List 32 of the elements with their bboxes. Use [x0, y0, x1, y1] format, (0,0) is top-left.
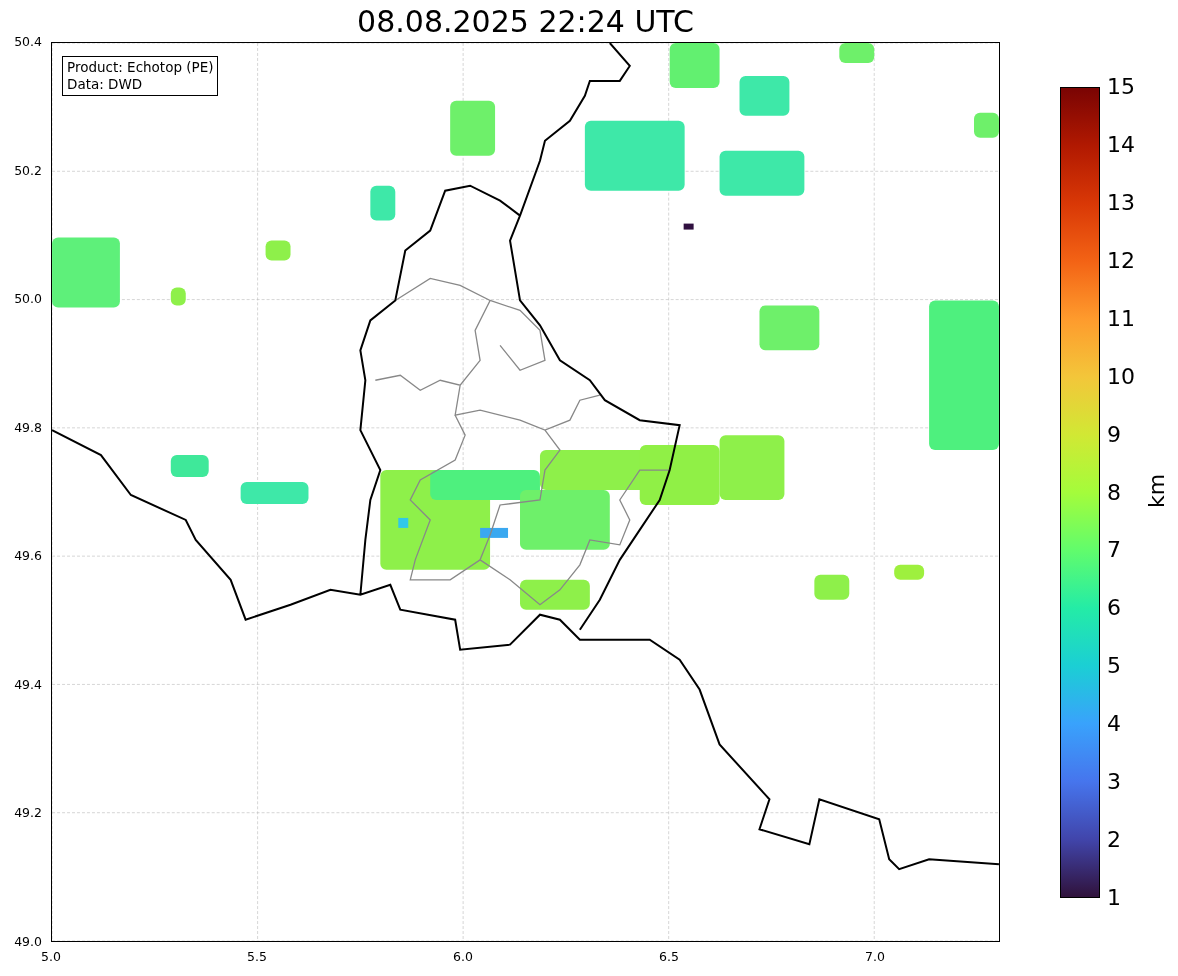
legend-text: Product: Echotop (PE) — [67, 59, 214, 76]
axis-tick-label: 6.5 — [658, 950, 680, 964]
colorbar-tick-label: 7 — [1107, 537, 1121, 564]
colorbar-tick-label: 1 — [1107, 885, 1121, 911]
axis-tick-label: 49.8 — [13, 420, 42, 435]
colorbar-tick-label: 12 — [1107, 247, 1135, 274]
colorbar-tick-label: 10 — [1107, 363, 1135, 390]
axis-tick-label: 49.0 — [13, 935, 42, 949]
axis-tick-label: 50.4 — [13, 35, 42, 49]
colorbar-tick-label: 4 — [1107, 711, 1121, 738]
axis-tick-label: 7.0 — [864, 950, 886, 964]
axis-tick-label: 49.4 — [13, 677, 42, 692]
axis-tick-label: 5.0 — [40, 950, 62, 964]
chart-title: 08.08.2025 22:24 UTC — [357, 4, 694, 39]
axis-tick-label: 49.6 — [13, 549, 42, 564]
axis-tick-label: 50.0 — [13, 292, 42, 307]
colorbar-tick-label: 8 — [1107, 479, 1121, 506]
colorbar-tick-label: 15 — [1107, 74, 1135, 100]
colorbar-tick-label: 11 — [1107, 305, 1135, 332]
colorbar-tick-label: 6 — [1107, 595, 1121, 622]
colorbar-tick-label: 9 — [1107, 421, 1121, 448]
colorbar-tick-label: 2 — [1107, 827, 1121, 854]
axis-tick-label: 6.0 — [452, 950, 474, 964]
axis-tick-label: 49.2 — [13, 806, 42, 821]
colorbar-label: km — [1144, 473, 1171, 509]
colorbar-tick-label: 3 — [1107, 769, 1121, 796]
colorbar-tick-label: 13 — [1107, 189, 1135, 216]
axis-tick-label: 5.5 — [246, 950, 268, 964]
colorbar-tick-label: 5 — [1107, 653, 1121, 680]
colorbar-tick-label: 14 — [1107, 131, 1135, 158]
axis-tick-label: 50.2 — [13, 163, 42, 178]
legend-text: Data: DWD — [67, 76, 144, 93]
